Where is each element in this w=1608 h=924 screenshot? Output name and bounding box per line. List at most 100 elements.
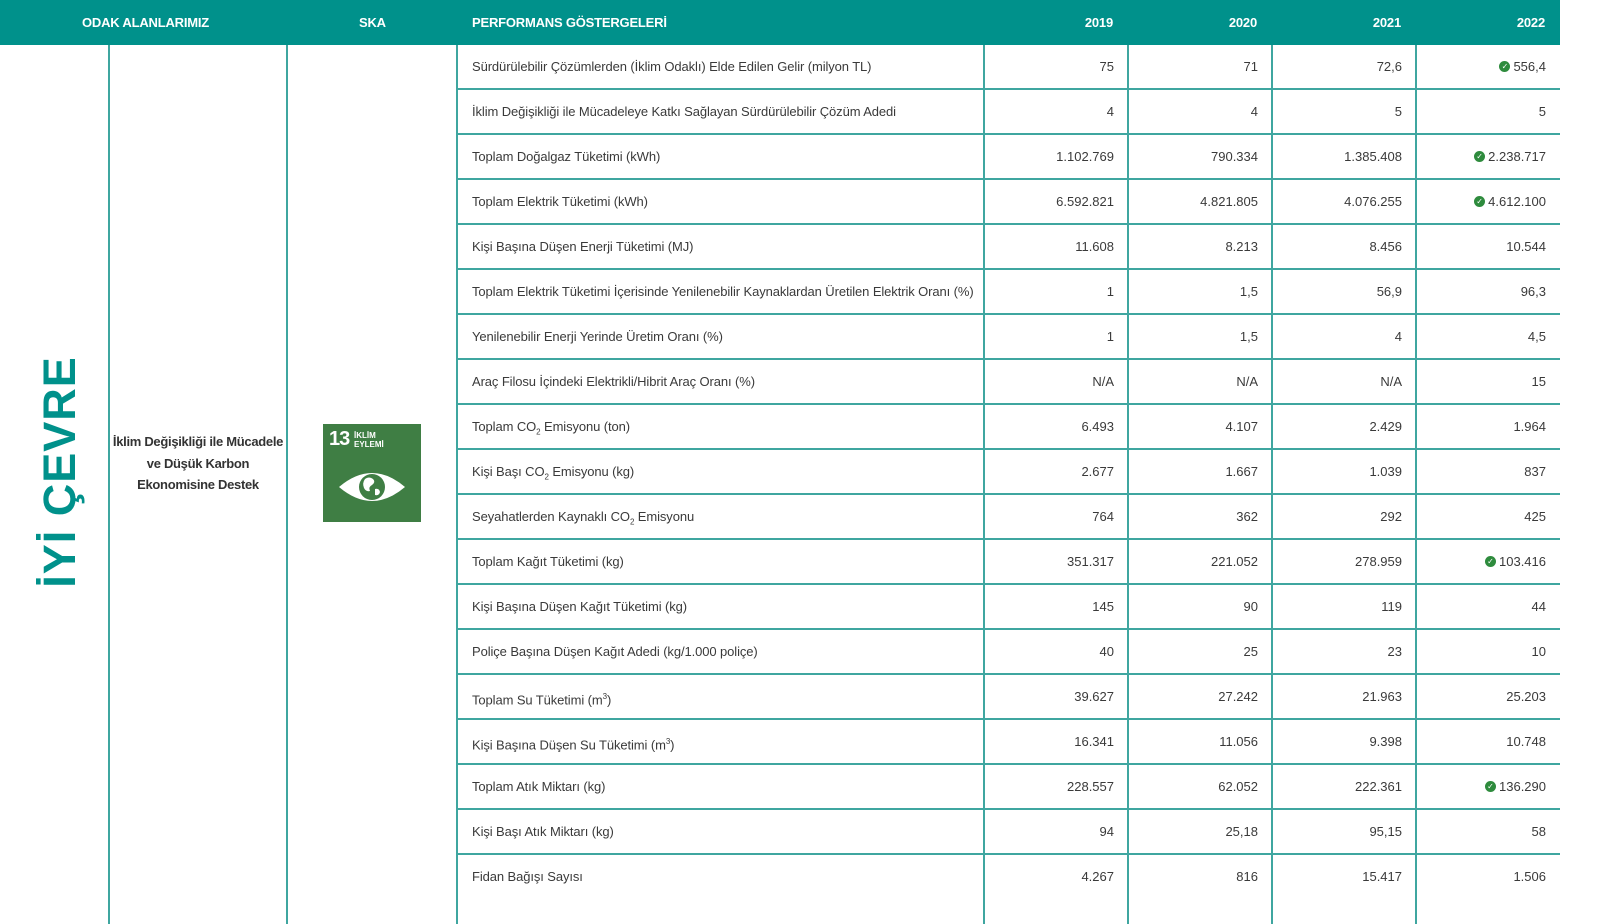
value-text: 103.416	[1499, 554, 1546, 569]
value-text: 119	[1381, 599, 1402, 614]
value-text: 4.076.255	[1344, 194, 1402, 209]
value-2021: 21.963	[1272, 675, 1416, 718]
row-label: Yenilenebilir Enerji Yerinde Üretim Oran…	[472, 329, 723, 344]
value-2020: 816	[1128, 855, 1272, 898]
value-text: 278.959	[1355, 554, 1402, 569]
value-text: 11.608	[1075, 239, 1114, 254]
row-label: Toplam CO2 Emisyonu (ton)	[472, 405, 982, 448]
header-focus-areas: ODAK ALANLARIMIZ	[82, 15, 210, 30]
value-2021: 8.456	[1272, 225, 1416, 268]
value-2020: 25	[1128, 630, 1272, 673]
value-text: 816	[1236, 869, 1258, 884]
value-2022: 10.544	[1416, 225, 1560, 268]
table-row: Fidan Bağışı Sayısı 4.267 816 15.417 1.506	[457, 855, 1560, 898]
value-2019: 764	[984, 495, 1128, 538]
value-text: 2.677	[1081, 464, 1114, 479]
value-2022: 837	[1416, 450, 1560, 493]
table-row: Kişi Başı Atık Miktarı (kg) 94 25,18 95,15 5…	[457, 810, 1560, 855]
header-ska: SKA	[359, 15, 386, 30]
value-text: 1	[1106, 329, 1114, 344]
value-2020: 11.056	[1128, 720, 1272, 763]
table-row: Toplam Elektrik Tüketimi İçerisinde Yeni…	[457, 270, 1560, 315]
value-text: 16.341	[1074, 734, 1114, 749]
value-text: 1	[1106, 284, 1114, 299]
value-2021: 15.417	[1272, 855, 1416, 898]
value-text: 228.557	[1067, 779, 1114, 794]
value-2020: 790.334	[1128, 135, 1272, 178]
value-2021: 23	[1272, 630, 1416, 673]
header-year-2019: 2019	[1084, 15, 1113, 30]
value-text: 1,5	[1239, 329, 1258, 344]
value-2019: 39.627	[984, 675, 1128, 718]
row-label: Kişi Başına Düşen Enerji Tüketimi (MJ)	[472, 239, 694, 254]
value-text: 15.417	[1362, 869, 1402, 884]
value-text: 25.203	[1506, 689, 1546, 704]
value-text: 94	[1099, 824, 1114, 839]
value-text: 425	[1524, 509, 1546, 524]
value-text: 5	[1394, 104, 1402, 119]
value-2022: 58	[1416, 810, 1560, 853]
value-text: N/A	[1380, 374, 1402, 389]
eye-globe-icon	[339, 473, 405, 501]
check-icon: ✓	[1499, 61, 1511, 73]
value-text: 25,18	[1225, 824, 1258, 839]
row-label: Araç Filosu İçindeki Elektrikli/Hibrit A…	[472, 374, 755, 389]
value-text: 4.612.100	[1488, 194, 1546, 209]
value-text: 6.592.821	[1056, 194, 1114, 209]
value-text: 145	[1092, 599, 1114, 614]
value-text: 1.506	[1513, 869, 1546, 884]
row-label: Kişi Başı Atık Miktarı (kg)	[472, 824, 614, 839]
value-2019: 4.267	[984, 855, 1128, 898]
table-row: Kişi Başına Düşen Su Tüketimi (m3) 16.341…	[457, 720, 1560, 765]
table-row: Toplam CO2 Emisyonu (ton) 6.493 4.107 2.429…	[457, 405, 1560, 450]
row-label: Toplam Elektrik Tüketimi (kWh)	[472, 194, 648, 209]
value-text: 1.667	[1225, 464, 1258, 479]
value-text: 56,9	[1376, 284, 1402, 299]
value-2022: 5	[1416, 90, 1560, 133]
value-2022: 10.748	[1416, 720, 1560, 763]
value-2021: 292	[1272, 495, 1416, 538]
value-2022: ✓ 556,4	[1416, 45, 1560, 88]
value-2020: 90	[1128, 585, 1272, 628]
value-2021: 9.398	[1272, 720, 1416, 763]
table-row: Sürdürülebilir Çözümlerden (İklim Odaklı…	[457, 45, 1560, 90]
row-label-text: )	[606, 692, 612, 708]
check-icon: ✓	[1485, 556, 1496, 568]
value-2021: 1.385.408	[1272, 135, 1416, 178]
row-label-text: )	[670, 737, 675, 753]
value-2020: 221.052	[1128, 540, 1272, 583]
value-text: 11.056	[1219, 734, 1258, 749]
divider-line	[286, 45, 288, 924]
value-2022: 25.203	[1416, 675, 1560, 718]
value-text: 8.213	[1225, 239, 1258, 254]
value-2022: 1.964	[1416, 405, 1560, 448]
value-text: 4	[1106, 104, 1114, 119]
value-text: 556,4	[1513, 59, 1546, 74]
value-text: 764	[1092, 509, 1114, 524]
value-text: 5	[1538, 104, 1546, 119]
value-2020: 1,5	[1128, 270, 1272, 313]
row-label: Toplam Kağıt Tüketimi (kg)	[472, 554, 624, 569]
value-2019: 94	[984, 810, 1128, 853]
value-text: 6.493	[1081, 419, 1114, 434]
value-2022: 4,5	[1416, 315, 1560, 358]
value-2020: 4.107	[1128, 405, 1272, 448]
value-2022: ✓ 2.238.717	[1416, 135, 1560, 178]
row-label: Sürdürülebilir Çözümlerden (İklim Odaklı…	[472, 59, 872, 74]
section-title-text: İYİ ÇEVRE	[34, 356, 85, 588]
sdg-label: İKLİM EYLEMİ	[354, 431, 384, 449]
check-icon: ✓	[1474, 196, 1486, 208]
row-label: Fidan Bağışı Sayısı	[472, 869, 583, 884]
value-2022: ✓ 4.612.100	[1416, 180, 1560, 223]
row-label: Poliçe Başına Düşen Kağıt Adedi (kg/1.00…	[472, 644, 758, 659]
value-text: 1.102.769	[1056, 149, 1114, 164]
value-2021: 2.429	[1272, 405, 1416, 448]
value-text: 4.821.805	[1200, 194, 1258, 209]
value-2019: 6.493	[984, 405, 1128, 448]
table-row: Toplam Elektrik Tüketimi (kWh) 6.592.821 4…	[457, 180, 1560, 225]
row-label: Toplam Atık Miktarı (kg)	[472, 779, 606, 794]
row-label-text: Kişi Başına Düşen Su Tüketimi (m	[472, 737, 666, 753]
value-2021: 72,6	[1272, 45, 1416, 88]
value-text: 362	[1236, 509, 1258, 524]
check-icon: ✓	[1474, 151, 1486, 163]
